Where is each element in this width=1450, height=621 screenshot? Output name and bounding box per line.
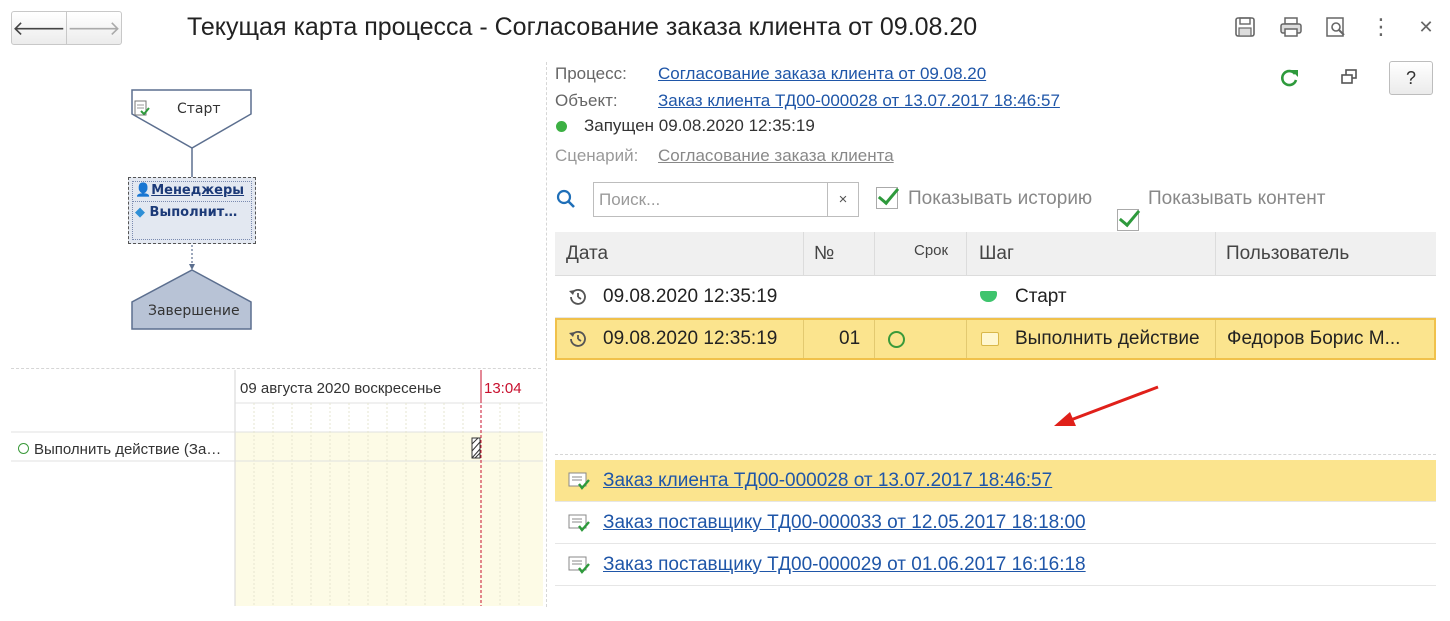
task-node[interactable]: 👤Менеджеры ◆ Выполнит… [128, 177, 256, 244]
annotation-arrow-icon [1054, 385, 1159, 426]
row-date: 09.08.2020 12:35:19 [603, 328, 778, 349]
help-button[interactable]: ? [1389, 61, 1433, 95]
print-button[interactable] [1278, 14, 1304, 40]
document-check-icon [568, 514, 590, 532]
scenario-label: Сценарий: [555, 146, 639, 165]
arrow-left-icon: 🡐 [12, 17, 66, 40]
task-action-row: ◆ Выполнит… [135, 205, 237, 220]
nav-buttons: 🡐 🡒 [11, 11, 122, 45]
panel-splitter[interactable] [546, 62, 547, 607]
gantt-separator [11, 368, 541, 369]
task-list-icon [134, 99, 150, 117]
open-in-window-button[interactable] [1339, 66, 1365, 92]
list-item[interactable]: Заказ поставщику ТД00-000029 от 01.06.20… [555, 544, 1436, 586]
task-action-label: Выполнит… [149, 205, 238, 220]
status-text: Запущен 09.08.2020 12:35:19 [584, 116, 815, 135]
status-circle-icon [18, 443, 29, 454]
list-item[interactable]: Заказ поставщику ТД00-000033 от 12.05.20… [555, 502, 1436, 544]
refresh-icon [1281, 69, 1298, 87]
history-icon [567, 276, 589, 317]
window-title: Текущая карта процесса - Согласование за… [187, 13, 978, 41]
search-clear-button[interactable]: × [827, 183, 858, 216]
table-header: Дата № Срок Шаг Пользователь [555, 232, 1436, 276]
save-icon [1235, 17, 1255, 37]
gantt-task-row[interactable]: Выполнить действие (За… [18, 441, 221, 458]
more-menu-button[interactable]: ⋮ [1368, 14, 1394, 40]
content-link[interactable]: Заказ клиента ТД00-000028 от 13.07.2017 … [603, 470, 1052, 492]
search-field: × [593, 182, 859, 217]
column-header-step[interactable]: Шаг [968, 232, 1215, 276]
show-history-checkbox[interactable] [876, 187, 898, 209]
gantt-chart-grid [11, 370, 543, 606]
end-node-label: Завершение [148, 303, 240, 319]
show-content-label: Показывать контент [1148, 188, 1326, 209]
save-button[interactable] [1232, 14, 1258, 40]
row-user: Федоров Борис М... [1227, 328, 1401, 349]
object-link[interactable]: Заказ клиента ТД00-000028 от 13.07.2017 … [658, 91, 1060, 111]
action-diamond-icon: ◆ [135, 205, 145, 220]
object-label: Объект: [555, 91, 618, 110]
document-check-icon [568, 472, 590, 490]
task-group-label: Менеджеры [151, 183, 245, 198]
row-step: Выполнить действие [1015, 328, 1200, 349]
content-link[interactable]: Заказ поставщику ТД00-000029 от 01.06.20… [603, 554, 1086, 576]
list-item[interactable]: Заказ клиента ТД00-000028 от 13.07.2017 … [555, 460, 1436, 502]
row-number: 01 [839, 328, 861, 349]
show-history-label: Показывать историю [908, 188, 1093, 209]
close-icon: ✕ [1418, 16, 1434, 37]
windows-icon [1341, 69, 1357, 84]
start-node-label: Старт [177, 101, 221, 117]
table-row-selected[interactable]: 09.08.2020 12:35:19 01 Выполнить действи… [555, 318, 1436, 360]
process-link[interactable]: Согласование заказа клиента от 09.08.20 [658, 64, 986, 84]
table-row[interactable]: 09.08.2020 12:35:19 Старт [555, 276, 1436, 318]
magnifier-page-icon [1326, 17, 1345, 37]
gantt-current-time: 13:04 [484, 380, 522, 397]
help-label: ? [1405, 67, 1416, 88]
scenario-link[interactable]: Согласование заказа клиента [658, 146, 894, 166]
show-content-checkbox[interactable] [1117, 209, 1139, 231]
gantt-date-header: 09 августа 2020 воскресенье [240, 380, 442, 397]
close-button[interactable]: ✕ [1413, 14, 1439, 40]
preview-button[interactable] [1323, 14, 1349, 40]
search-input[interactable] [594, 183, 828, 216]
search-icon[interactable] [556, 189, 578, 211]
close-icon: × [838, 191, 848, 208]
row-step: Старт [1015, 285, 1067, 307]
refresh-button[interactable] [1277, 66, 1303, 92]
gantt-task-label: Выполнить действие (За… [34, 441, 222, 458]
task-group-row: 👤Менеджеры [135, 183, 244, 198]
column-header-number[interactable]: № [803, 232, 874, 276]
column-header-date[interactable]: Дата [555, 232, 803, 276]
content-separator [555, 454, 1436, 455]
content-list: Заказ клиента ТД00-000028 от 13.07.2017 … [555, 460, 1436, 586]
history-icon [567, 320, 589, 358]
task-node-divider [132, 201, 252, 202]
end-node-shape [131, 269, 252, 330]
process-label: Процесс: [555, 64, 627, 83]
column-header-user[interactable]: Пользователь [1215, 232, 1436, 276]
history-table: Дата № Срок Шаг Пользователь 09.08.2020 … [555, 232, 1436, 360]
step-action-icon [981, 320, 999, 358]
deadline-status-icon [888, 320, 905, 358]
content-link[interactable]: Заказ поставщику ТД00-000033 от 12.05.20… [603, 512, 1086, 534]
column-header-deadline[interactable]: Срок [903, 232, 966, 276]
user-icon: 👤 [135, 183, 152, 198]
print-icon [1280, 17, 1302, 37]
arrow-right-icon: 🡒 [67, 17, 121, 40]
document-check-icon [568, 556, 590, 574]
kebab-menu-icon: ⋮ [1370, 14, 1392, 39]
forward-button[interactable]: 🡒 [66, 12, 121, 44]
gantt-task-bar [471, 437, 481, 459]
status-dot-icon [556, 121, 567, 132]
back-button[interactable]: 🡐 [12, 12, 66, 44]
row-date: 09.08.2020 12:35:19 [603, 285, 778, 307]
step-start-icon [980, 276, 997, 317]
